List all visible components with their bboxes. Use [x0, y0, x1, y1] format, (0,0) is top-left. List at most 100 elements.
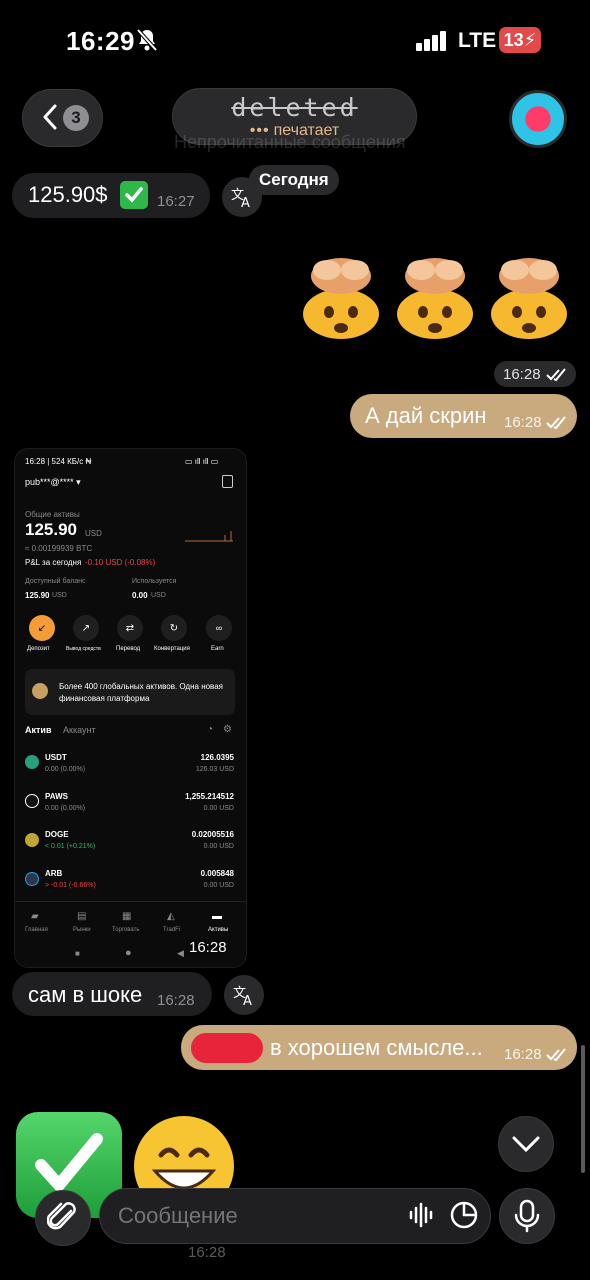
- shot-nav-divider: [15, 901, 246, 902]
- shot-banner-icon: [32, 683, 48, 699]
- double-check-icon: [546, 1048, 566, 1062]
- status-time: 16:29: [66, 26, 135, 56]
- message-text: в хорошем смысле...: [270, 1035, 483, 1060]
- shot-asset-change: < 0.01 (+0.21%): [45, 843, 96, 850]
- double-check-icon: [546, 368, 566, 382]
- shot-status-time: 16:28 | 524 КБ/с ₦: [25, 457, 92, 466]
- shot-action-label: Перевод: [116, 646, 141, 652]
- shot-deposit-icon: ↙: [29, 615, 55, 641]
- message-time: 16:28: [189, 939, 227, 956]
- shot-convert-icon: ↻: [161, 615, 187, 641]
- double-check-icon: [546, 416, 566, 430]
- date-chip: Сегодня: [249, 165, 339, 195]
- screenshot-image-message[interactable]: 16:28 | 524 КБ/с ₦ ▭ ıll ıll ▭ pub***@**…: [14, 448, 247, 968]
- microphone-icon: [514, 1199, 540, 1233]
- chevron-left-icon: [43, 104, 57, 130]
- shot-asset-usd: 0.00 USD: [203, 882, 234, 889]
- shot-action-label: Депозит: [27, 646, 50, 652]
- message-text: 125.90$: [28, 182, 108, 207]
- shot-used-label: Используется: [132, 578, 177, 585]
- message-time: 16:28: [188, 1244, 226, 1261]
- translate-button[interactable]: 文A: [222, 177, 262, 217]
- shot-account-label: pub***@**** ▾: [25, 477, 81, 487]
- shot-nav-circle-icon: ●: [125, 947, 132, 959]
- shot-chart-icon: ◔: [207, 724, 214, 735]
- shot-action-label: Вывод средств: [66, 646, 101, 652]
- shot-trade-icon: ▦: [122, 911, 132, 922]
- shot-asset-usd: 126.03 USD: [195, 766, 234, 773]
- exploding-head-emoji-icon: [491, 258, 567, 339]
- scrollbar[interactable]: [581, 1045, 585, 1173]
- shot-available-label: Доступный баланс: [25, 578, 86, 585]
- paperclip-icon: [47, 1202, 76, 1230]
- translate-icon: 文A: [231, 188, 250, 209]
- chat-title: deleted: [231, 93, 358, 122]
- shot-asset-change: 0.00 (0.00%): [45, 766, 86, 773]
- shot-nav-label: Главная: [25, 927, 48, 933]
- shot-tab-assets: Актив: [25, 725, 52, 735]
- shot-nav-label: TradFi: [163, 927, 181, 933]
- battery-level: 13: [503, 29, 524, 50]
- voice-wave-icon[interactable]: [408, 1202, 436, 1228]
- shot-nav-back-icon: ◀: [177, 948, 184, 958]
- battery-indicator: 13 ⚡: [499, 27, 541, 53]
- shot-asset-amount: 1,255.214512: [185, 792, 234, 801]
- message-time: 16:28: [504, 414, 542, 431]
- exploding-head-emoji-icon: [397, 258, 473, 339]
- avatar[interactable]: [509, 90, 567, 148]
- bell-muted-icon: [136, 28, 158, 52]
- shot-asset-amount: 126.0395: [200, 753, 234, 762]
- shot-withdraw-icon: ↗: [73, 615, 99, 641]
- shot-nav-square-icon: ■: [75, 949, 80, 958]
- shot-coin-icon: [25, 833, 39, 847]
- shot-tab-account: Аккаунт: [63, 725, 96, 735]
- message-time: 16:28: [504, 1046, 542, 1063]
- network-type: LTE: [458, 29, 497, 52]
- shot-asset-usd: 0.00 USD: [203, 805, 234, 812]
- message-time: 16:28: [503, 366, 541, 383]
- unread-divider-ghost: Непрочитанные сообщения: [174, 132, 406, 152]
- message-text: А дай скрин: [365, 403, 487, 428]
- shot-pnl-value: -0.10 USD (-0.08%): [85, 558, 156, 567]
- shot-nav-label: Торговать: [112, 927, 140, 933]
- shot-pnl-label: P&L за сегодня: [25, 558, 82, 567]
- shot-btc-value: ≈ 0.00199939 BTC: [25, 544, 93, 553]
- message-time: 16:28: [157, 992, 195, 1009]
- shot-coin-icon: [25, 872, 39, 886]
- shot-balance-unit: USD: [85, 529, 102, 538]
- shot-asset-name: USDT: [45, 753, 67, 762]
- exploding-head-emoji-icon: [303, 258, 379, 339]
- shot-settings-icon: ⚙: [223, 724, 232, 735]
- shot-used-unit: USD: [151, 592, 166, 599]
- shot-assets-icon: ▬: [212, 911, 222, 922]
- shot-markets-icon: ▤: [77, 911, 87, 922]
- shot-coin-icon: [25, 755, 39, 769]
- unread-count-badge: 3: [63, 105, 89, 131]
- signal-icon: [416, 31, 446, 51]
- shot-action-label: Earn: [211, 646, 224, 652]
- shot-nav-label: Активы: [208, 927, 229, 933]
- shot-asset-change: 0.00 (0.00%): [45, 805, 86, 812]
- shot-tradfi-icon: ◭: [167, 911, 175, 922]
- sticker-icon[interactable]: [449, 1200, 479, 1230]
- svg-text:A: A: [241, 196, 250, 209]
- shot-earn-icon: ∞: [206, 615, 232, 641]
- message-text: сам в шоке: [28, 982, 143, 1007]
- shot-home-icon: ▰: [31, 911, 39, 922]
- charging-icon: ⚡: [523, 29, 537, 50]
- shot-asset-change: > -0.01 (-0.66%): [45, 882, 96, 889]
- shot-sparkline: [185, 531, 233, 542]
- shot-asset-usd: 0.00 USD: [203, 843, 234, 850]
- translate-button[interactable]: 文A: [224, 975, 264, 1015]
- shot-document-icon: [222, 475, 233, 488]
- shot-asset-amount: 0.005848: [200, 869, 234, 878]
- check-mark-emoji-icon: [120, 181, 148, 209]
- shot-asset-name: ARB: [45, 869, 63, 878]
- shot-asset-amount: 0.02005516: [191, 830, 234, 839]
- shot-total-label: Общие активы: [25, 510, 80, 519]
- shot-account: pub***@****: [25, 477, 74, 487]
- svg-text:A: A: [243, 994, 252, 1007]
- shot-banner-text: Более 400 глобальных активов. Одна новая…: [59, 682, 223, 703]
- message-time: 16:27: [157, 193, 195, 210]
- shot-balance: 125.90: [25, 520, 77, 539]
